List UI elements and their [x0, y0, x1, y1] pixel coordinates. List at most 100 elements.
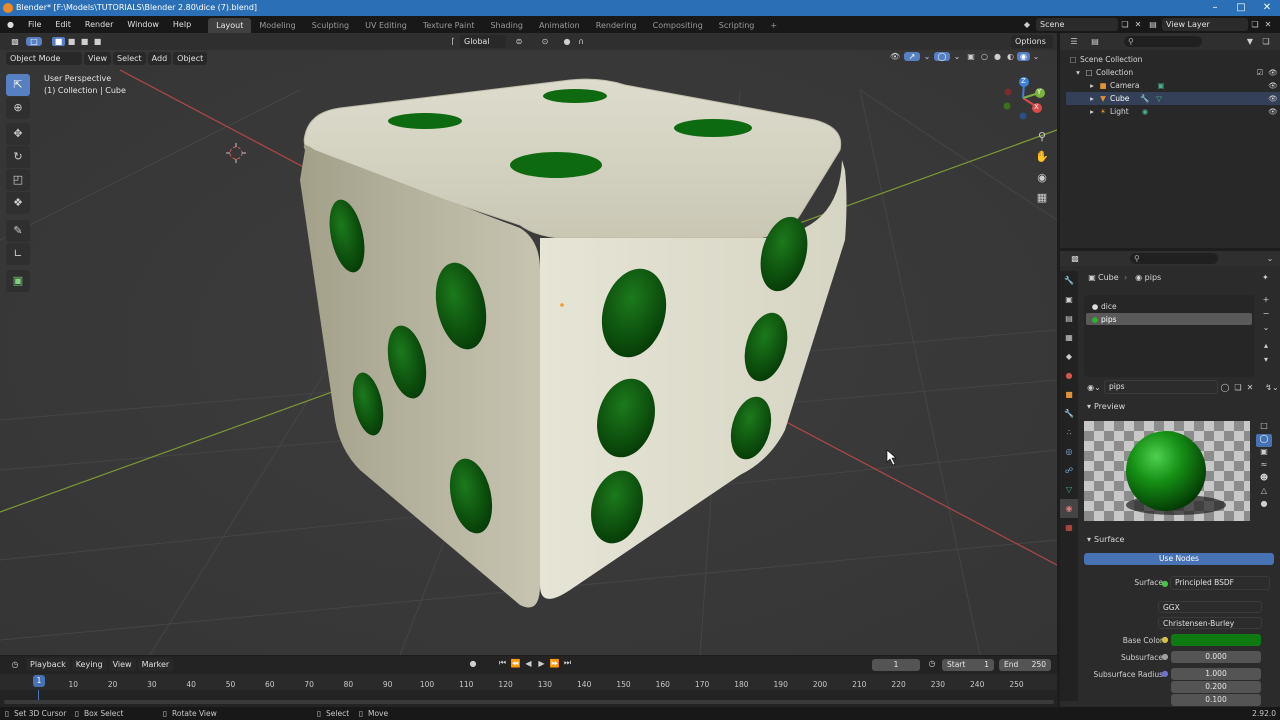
subsurface-radius-z[interactable]: 0.100: [1171, 694, 1261, 706]
gizmo-icon[interactable]: ↗: [904, 52, 920, 61]
move-slot-down-icon[interactable]: ▾: [1258, 355, 1274, 369]
slot-item-pips[interactable]: ● pips: [1086, 313, 1252, 325]
preview-hair-icon[interactable]: ≈: [1256, 460, 1272, 473]
timeline-menu-keying[interactable]: Keying: [71, 657, 107, 671]
scene-tab-icon[interactable]: ◆: [1060, 347, 1078, 366]
render-tab-icon[interactable]: ▣: [1060, 290, 1078, 309]
tab-animation[interactable]: Animation: [531, 18, 588, 33]
collection-visibility-icon[interactable]: 👁: [1266, 66, 1280, 79]
proportional-edit-icon[interactable]: ●: [560, 37, 574, 46]
select-subtract-icon[interactable]: ■: [78, 37, 91, 46]
base-color-swatch[interactable]: [1171, 634, 1261, 646]
pin-icon[interactable]: ✦: [1262, 273, 1269, 282]
node-link-icon[interactable]: ↯⌄: [1262, 383, 1280, 392]
scale-tool-icon[interactable]: ◰: [6, 169, 30, 191]
close-icon[interactable]: ✕: [1254, 0, 1280, 16]
menu-window[interactable]: Window: [120, 16, 166, 33]
frame-end-field[interactable]: End 250: [999, 659, 1051, 671]
navigation-gizmo[interactable]: X Y Z: [1000, 74, 1050, 124]
viewport-menu-object[interactable]: Object: [173, 52, 208, 65]
viewport-menu-view[interactable]: View: [84, 52, 111, 65]
solid-shading-icon[interactable]: ●: [991, 52, 1004, 61]
use-nodes-button[interactable]: Use Nodes: [1084, 553, 1274, 565]
rendered-shading-icon[interactable]: ◉: [1017, 52, 1030, 61]
subsurface-value-field[interactable]: 0.000: [1171, 651, 1261, 663]
tab-sculpting[interactable]: Sculpting: [304, 18, 357, 33]
cursor-tool-icon[interactable]: ⊕: [6, 97, 30, 119]
expand-camera-icon[interactable]: ▸: [1088, 79, 1096, 92]
tool-tab-icon[interactable]: 🔧: [1060, 271, 1078, 290]
preview-range-icon[interactable]: ◷: [926, 659, 938, 668]
prev-keyframe-icon[interactable]: ⏪: [509, 659, 522, 668]
select-mode-icon[interactable]: □: [26, 37, 42, 46]
minimize-icon[interactable]: –: [1202, 0, 1228, 16]
browse-material-icon[interactable]: ◉⌄: [1084, 383, 1104, 392]
playhead-marker[interactable]: 1: [33, 675, 45, 687]
tab-shading[interactable]: Shading: [482, 18, 531, 33]
pivot-icon[interactable]: ⊜: [508, 37, 530, 46]
distribution-dropdown[interactable]: GGX: [1158, 601, 1262, 613]
gizmo-dropdown-icon[interactable]: ⌄: [920, 52, 934, 61]
tab-modeling[interactable]: Modeling: [251, 18, 303, 33]
move-slot-up-icon[interactable]: ▴: [1258, 341, 1274, 355]
preview-cube-icon[interactable]: ▣: [1256, 447, 1272, 460]
tab-compositing[interactable]: Compositing: [645, 18, 711, 33]
material-tab-icon[interactable]: ◉: [1060, 499, 1078, 518]
display-mode-icon[interactable]: ▤: [1084, 37, 1106, 46]
texture-tab-icon[interactable]: ▦: [1060, 518, 1078, 537]
play-reverse-icon[interactable]: ◀: [522, 659, 535, 668]
tab-scripting[interactable]: Scripting: [711, 18, 763, 33]
timeline-menu-playback[interactable]: Playback: [26, 657, 70, 671]
jump-end-icon[interactable]: ⏭: [561, 658, 574, 668]
pan-hand-icon[interactable]: ✋: [1034, 150, 1050, 163]
world-tab-icon[interactable]: ●: [1060, 366, 1078, 385]
play-icon[interactable]: ▶: [535, 659, 548, 668]
3d-viewport[interactable]: [0, 33, 1057, 655]
tab-uv-editing[interactable]: UV Editing: [357, 18, 415, 33]
next-keyframe-icon[interactable]: ⏩: [548, 659, 561, 668]
surface-collapse-icon[interactable]: ▾: [1084, 535, 1094, 544]
blender-menu-icon[interactable]: ●: [0, 16, 21, 33]
preview-flat-icon[interactable]: □: [1256, 421, 1272, 434]
scene-icon[interactable]: ◆: [1018, 20, 1036, 29]
visibility-icon[interactable]: 👁: [886, 52, 904, 61]
expand-collection-icon[interactable]: ▾: [1074, 66, 1082, 79]
menu-file[interactable]: File: [21, 16, 48, 33]
new-view-layer-icon[interactable]: ❏: [1248, 20, 1262, 29]
material-shading-icon[interactable]: ◐: [1004, 52, 1017, 61]
remove-slot-icon[interactable]: −: [1258, 309, 1274, 323]
outliner-editor-icon[interactable]: ☰: [1064, 37, 1084, 46]
viewport-menu-add[interactable]: Add: [147, 52, 172, 65]
preview-sphere-icon[interactable]: ◯: [1256, 434, 1272, 447]
zoom-icon[interactable]: ⚲: [1034, 130, 1050, 143]
add-cube-tool-icon[interactable]: ▣: [6, 270, 30, 292]
outliner-item-cube[interactable]: ▸ ▼ Cube 🔧 ▽ 👁: [1066, 92, 1280, 105]
data-tab-icon[interactable]: ▽: [1060, 480, 1078, 499]
slot-menu-icon[interactable]: ⌄: [1258, 323, 1274, 341]
add-slot-icon[interactable]: +: [1258, 295, 1274, 309]
select-extend-icon[interactable]: ■: [65, 37, 78, 46]
xray-icon[interactable]: ▣: [964, 52, 978, 61]
timeline-scrollbar[interactable]: [4, 700, 1054, 704]
measure-tool-icon[interactable]: ∟: [6, 243, 30, 265]
view-layer-icon[interactable]: ▤: [1144, 20, 1162, 29]
surface-shader-field[interactable]: Principled BSDF: [1170, 576, 1270, 590]
timeline-menu-view[interactable]: View: [108, 657, 136, 671]
overlay-icon[interactable]: ◯: [934, 52, 950, 61]
filter-icon[interactable]: ▼: [1242, 37, 1258, 46]
record-icon[interactable]: ●: [466, 659, 480, 668]
output-tab-icon[interactable]: ▤: [1060, 309, 1078, 328]
tab-rendering[interactable]: Rendering: [588, 18, 645, 33]
maximize-icon[interactable]: □: [1228, 0, 1254, 16]
surface-panel-header[interactable]: ▾ Surface: [1084, 535, 1125, 544]
move-tool-icon[interactable]: ✥: [6, 123, 30, 145]
menu-edit[interactable]: Edit: [48, 16, 78, 33]
new-scene-icon[interactable]: ❏: [1118, 20, 1132, 29]
remove-view-layer-icon[interactable]: ✕: [1262, 20, 1274, 29]
scene-field[interactable]: Scene: [1036, 18, 1118, 31]
preview-collapse-icon[interactable]: ▾: [1084, 402, 1094, 411]
viewport-menu-select[interactable]: Select: [112, 52, 146, 65]
properties-options-icon[interactable]: ⌄: [1264, 254, 1276, 263]
transform-tool-icon[interactable]: ❖: [6, 192, 30, 214]
timeline-editor-icon[interactable]: ◷: [4, 660, 26, 669]
